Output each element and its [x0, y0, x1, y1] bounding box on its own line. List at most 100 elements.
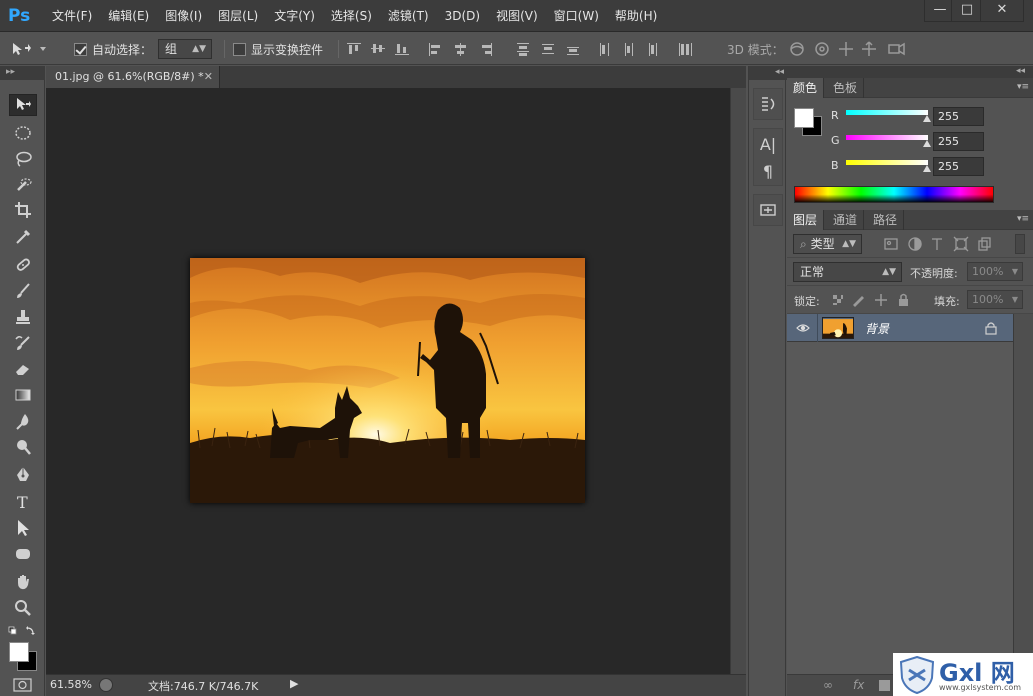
eyedropper-tool[interactable]: [9, 226, 37, 248]
document-tab[interactable]: 01.jpg @ 61.6%(RGB/8#) * ✕: [46, 66, 220, 88]
type-tool[interactable]: T: [9, 491, 37, 513]
eraser-tool[interactable]: [9, 358, 37, 380]
lasso-tool[interactable]: [9, 148, 37, 170]
healing-brush-tool[interactable]: [9, 254, 37, 276]
menu-file[interactable]: 文件(F): [44, 0, 100, 32]
layer-row[interactable]: 背景: [787, 314, 1013, 342]
eye-icon[interactable]: [796, 321, 810, 335]
menu-edit[interactable]: 编辑(E): [100, 0, 157, 32]
menu-image[interactable]: 图像(I): [157, 0, 210, 32]
status-bar: 61.58% 文档:746.7 K/746.7K ▶: [46, 674, 746, 696]
color-foreground-swatch[interactable]: [794, 108, 814, 128]
quick-select-tool[interactable]: [9, 174, 37, 196]
collapse-arrows-icon[interactable]: ◂◂: [749, 66, 787, 80]
tool-preset[interactable]: [9, 33, 49, 65]
canvas-vertical-scrollbar[interactable]: [730, 88, 746, 674]
history-panel-icon[interactable]: [756, 92, 780, 116]
auto-select-dropdown[interactable]: 组 ▲▼: [158, 39, 212, 59]
status-menu-arrow-icon[interactable]: ▶: [290, 677, 298, 690]
channel-r-label: R: [831, 109, 839, 122]
foreground-color-swatch[interactable]: [9, 642, 29, 662]
shape-tool[interactable]: [9, 543, 37, 565]
close-button[interactable]: ✕: [980, 0, 1024, 22]
zoom-level[interactable]: 61.58%: [50, 678, 92, 691]
zoom-tool[interactable]: [9, 597, 37, 619]
eraser-icon: [16, 365, 29, 375]
status-info-icon[interactable]: [99, 678, 113, 692]
add-mask-icon[interactable]: [879, 680, 890, 691]
hand-tool[interactable]: [9, 571, 37, 593]
channel-b-knob[interactable]: [923, 165, 931, 172]
gradient-tool[interactable]: [9, 384, 37, 406]
channel-r-knob[interactable]: [923, 115, 931, 122]
layers-scrollbar[interactable]: [1013, 314, 1033, 674]
menu-view[interactable]: 视图(V): [488, 0, 546, 32]
layer-filter-icons[interactable]: [883, 236, 1003, 252]
document-title: 01.jpg @ 61.6%(RGB/8#) *: [55, 70, 204, 83]
channel-g-knob[interactable]: [923, 140, 931, 147]
brush-tool[interactable]: [9, 280, 37, 302]
character-panel-icon[interactable]: A|: [756, 132, 780, 156]
layer-name[interactable]: 背景: [865, 320, 889, 337]
menu-layer[interactable]: 图层(L): [210, 0, 266, 32]
tab-layers[interactable]: 图层: [787, 210, 825, 230]
menu-type[interactable]: 文字(Y): [266, 0, 323, 32]
tab-paths[interactable]: 路径: [867, 210, 905, 230]
channel-b-slider[interactable]: [846, 160, 928, 165]
lasso-icon: [16, 151, 32, 167]
dodge-tool[interactable]: [9, 436, 37, 458]
auto-select-checkbox[interactable]: [74, 42, 87, 56]
channel-g-value[interactable]: 255: [933, 132, 984, 151]
layer-filter-dropdown[interactable]: ⌕ 类型 ▲▼: [793, 234, 862, 254]
default-colors-icon[interactable]: [8, 626, 38, 638]
channel-g-slider[interactable]: [846, 135, 928, 140]
pen-tool[interactable]: [9, 464, 37, 486]
move-tool-icon: [13, 43, 46, 55]
menu-3d[interactable]: 3D(D): [437, 0, 488, 32]
panel-menu-icon[interactable]: ▾≡: [1017, 82, 1029, 92]
ellipse-marquee-icon: [15, 126, 31, 140]
opacity-field[interactable]: 100% ▼: [967, 262, 1023, 281]
lock-icons[interactable]: [831, 292, 911, 308]
channel-r-slider[interactable]: [846, 110, 928, 115]
close-tab-icon[interactable]: ✕: [204, 66, 213, 88]
history-brush-tool[interactable]: [9, 332, 37, 354]
menu-select[interactable]: 选择(S): [323, 0, 380, 32]
fill-label: 填充:: [934, 295, 960, 308]
channel-r-value[interactable]: 255: [933, 107, 984, 126]
pen-icon: [17, 467, 29, 481]
crop-tool[interactable]: [9, 199, 37, 221]
layer-thumbnail: [822, 317, 854, 339]
maximize-button[interactable]: □: [951, 0, 983, 22]
divider: [817, 314, 818, 342]
path-select-tool[interactable]: [9, 517, 37, 539]
quick-mask-icon[interactable]: [13, 678, 33, 692]
character-panel-group: A| ¶: [753, 128, 783, 186]
gradient-icon: [15, 389, 31, 401]
menu-window[interactable]: 窗口(W): [546, 0, 607, 32]
fill-field[interactable]: 100% ▼: [967, 290, 1023, 309]
collapse-arrows-icon[interactable]: ◂◂: [787, 66, 1033, 78]
document-image: [190, 258, 585, 503]
menu-help[interactable]: 帮助(H): [607, 0, 665, 32]
blur-tool[interactable]: [9, 410, 37, 432]
panel-menu-icon[interactable]: ▾≡: [1017, 214, 1029, 224]
paragraph-panel-icon[interactable]: ¶: [756, 159, 780, 183]
ellipse-marquee-tool[interactable]: [9, 122, 37, 144]
collapse-arrows-icon[interactable]: ▸▸: [0, 66, 45, 80]
clone-stamp-tool[interactable]: [9, 306, 37, 328]
filter-toggle[interactable]: [1015, 234, 1025, 254]
move-tool[interactable]: [9, 94, 37, 116]
menu-filter[interactable]: 滤镜(T): [380, 0, 437, 32]
channel-b-value[interactable]: 255: [933, 157, 984, 176]
blend-mode-dropdown[interactable]: 正常 ▲▼: [793, 262, 902, 282]
properties-panel-icon[interactable]: [756, 198, 780, 222]
auto-select-value: 组: [165, 42, 178, 56]
fx-button[interactable]: fx: [853, 678, 864, 692]
tab-color[interactable]: 颜色: [787, 78, 825, 98]
tab-channels[interactable]: 通道: [827, 210, 865, 230]
show-transform-checkbox[interactable]: [233, 42, 246, 56]
link-layers-icon[interactable]: ∞: [823, 678, 833, 692]
tab-swatches[interactable]: 色板: [827, 78, 865, 98]
color-spectrum-bar[interactable]: [794, 186, 994, 203]
